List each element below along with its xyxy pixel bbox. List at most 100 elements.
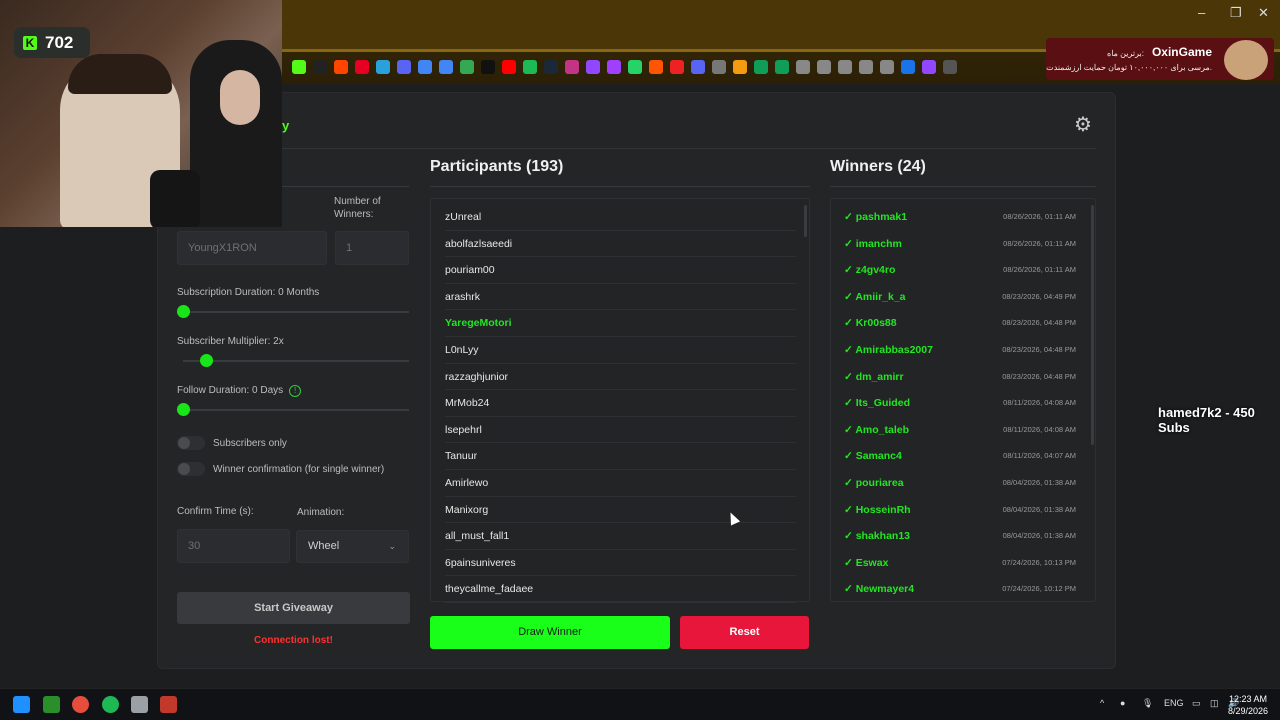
link-icon[interactable] bbox=[817, 60, 831, 74]
number-of-winners-label: Number of Winners: bbox=[334, 196, 381, 220]
music-icon[interactable] bbox=[649, 60, 663, 74]
winner-row[interactable]: ✓ shakhan13 08/04/2026, 01:38 AM bbox=[844, 523, 1076, 550]
check-icon: ✓ bbox=[844, 450, 856, 463]
subscriber-multiplier-slider[interactable] bbox=[183, 354, 409, 367]
check-icon: ✓ bbox=[844, 556, 856, 569]
reddit-icon[interactable] bbox=[334, 60, 348, 74]
sheet-icon[interactable] bbox=[775, 60, 789, 74]
red-icon[interactable] bbox=[670, 60, 684, 74]
winner-row[interactable]: ✓ Samanc4 08/11/2026, 04:07 AM bbox=[844, 443, 1076, 470]
participant-row[interactable]: abolfazlsaeedi bbox=[445, 231, 796, 258]
draw-winner-button[interactable]: Draw Winner bbox=[430, 616, 670, 649]
youtube-icon[interactable] bbox=[502, 60, 516, 74]
gear-icon[interactable]: ⚙ bbox=[1071, 113, 1095, 137]
winner-row[interactable]: ✓ Amiir_k_a 08/23/2026, 04:49 PM bbox=[844, 284, 1076, 311]
keyword-input[interactable]: YoungX1RON bbox=[177, 231, 327, 265]
docs-icon[interactable] bbox=[439, 60, 453, 74]
flask-icon[interactable] bbox=[838, 60, 852, 74]
winner-row[interactable]: ✓ dm_amirr 08/23/2026, 04:48 PM bbox=[844, 364, 1076, 391]
winner-row[interactable]: ✓ Eswax 07/24/2026, 10:13 PM bbox=[844, 550, 1076, 577]
image-icon[interactable] bbox=[460, 60, 474, 74]
winner-date: 07/24/2026, 10:13 PM bbox=[1002, 557, 1076, 567]
winner-row[interactable]: ✓ Amirabbas2007 08/23/2026, 04:48 PM bbox=[844, 337, 1076, 364]
participant-row[interactable]: arashrk bbox=[445, 284, 796, 311]
participant-row[interactable]: all_must_fall1 bbox=[445, 523, 796, 550]
steam-tray-icon[interactable]: ● bbox=[1120, 698, 1125, 708]
slider-knob[interactable] bbox=[177, 403, 190, 416]
participant-row[interactable]: YaregeMotori bbox=[445, 310, 796, 337]
purple-icon[interactable] bbox=[922, 60, 936, 74]
winner-row[interactable]: ✓ Newmayer4 07/24/2026, 10:12 PM bbox=[844, 576, 1076, 603]
participant-row[interactable]: pouriam00 bbox=[445, 257, 796, 284]
subscription-duration-slider[interactable] bbox=[177, 305, 409, 318]
winner-row[interactable]: ✓ pashmak1 08/26/2026, 01:11 AM bbox=[844, 204, 1076, 231]
info-icon[interactable]: ! bbox=[289, 385, 302, 397]
participant-row[interactable]: L0nLyy bbox=[445, 337, 796, 364]
lock-icon[interactable] bbox=[859, 60, 873, 74]
minimize-icon[interactable]: – bbox=[1198, 5, 1205, 20]
winner-row[interactable]: ✓ pouriarea 08/04/2026, 01:38 AM bbox=[844, 470, 1076, 497]
monitor-icon[interactable]: ▭ bbox=[1192, 698, 1201, 709]
mic-tray-icon[interactable]: 🎙 bbox=[1142, 698, 1153, 709]
whatsapp-icon[interactable] bbox=[628, 60, 642, 74]
orange-icon[interactable] bbox=[733, 60, 747, 74]
clock[interactable]: 12:23 AM 8/29/2026 bbox=[1228, 693, 1268, 717]
x-icon[interactable] bbox=[313, 60, 327, 74]
participant-row[interactable]: zUnreal bbox=[445, 204, 796, 231]
follow-duration-slider[interactable] bbox=[177, 403, 409, 416]
film-icon[interactable] bbox=[481, 60, 495, 74]
spotify-icon[interactable] bbox=[102, 696, 119, 713]
winner-row[interactable]: ✓ Amo_taleb 08/11/2026, 04:08 AM bbox=[844, 417, 1076, 444]
participant-row[interactable]: Manixorg bbox=[445, 497, 796, 524]
close-icon[interactable]: ✕ bbox=[1258, 5, 1269, 21]
download-icon[interactable] bbox=[397, 60, 411, 74]
participant-row[interactable]: Amirlewo bbox=[445, 470, 796, 497]
plus-icon[interactable] bbox=[754, 60, 768, 74]
pinterest-icon[interactable] bbox=[355, 60, 369, 74]
steam-icon[interactable] bbox=[544, 60, 558, 74]
stats-app-icon[interactable] bbox=[43, 696, 60, 713]
r-icon[interactable] bbox=[607, 60, 621, 74]
confirm-time-input[interactable]: 30 bbox=[177, 529, 290, 563]
participant-row[interactable]: razzaghjunior bbox=[445, 364, 796, 391]
globe-icon[interactable] bbox=[796, 60, 810, 74]
participants-scrollbar[interactable] bbox=[804, 205, 807, 237]
shield-app-icon[interactable] bbox=[160, 696, 177, 713]
winner-row[interactable]: ✓ HosseinRh 08/04/2026, 01:38 AM bbox=[844, 497, 1076, 524]
start-giveaway-button[interactable]: Start Giveaway bbox=[177, 592, 410, 624]
participant-row[interactable]: theycallme_fadaee bbox=[445, 576, 796, 603]
slider-knob[interactable] bbox=[177, 305, 190, 318]
participant-row[interactable]: MrMob24 bbox=[445, 390, 796, 417]
controller-icon[interactable] bbox=[712, 60, 726, 74]
winner-row[interactable]: ✓ Its_Guided 08/11/2026, 04:08 AM bbox=[844, 390, 1076, 417]
spotify-icon[interactable] bbox=[523, 60, 537, 74]
winner-row[interactable]: ✓ z4gv4ro 08/26/2026, 01:11 AM bbox=[844, 257, 1076, 284]
app-icon[interactable] bbox=[131, 696, 148, 713]
reset-button[interactable]: Reset bbox=[680, 616, 809, 649]
kick-icon[interactable] bbox=[292, 60, 306, 74]
participant-row[interactable]: lsepehrl bbox=[445, 417, 796, 444]
network-icon[interactable]: ◫ bbox=[1210, 698, 1219, 709]
participant-row[interactable]: 6painsuniveres bbox=[445, 550, 796, 577]
moon-icon[interactable] bbox=[880, 60, 894, 74]
winners-count-input[interactable]: 1 bbox=[335, 231, 409, 265]
winner-confirmation-toggle[interactable] bbox=[177, 462, 205, 476]
winner-row[interactable]: ✓ imanchm 08/26/2026, 01:11 AM bbox=[844, 231, 1076, 258]
telegram-icon[interactable] bbox=[376, 60, 390, 74]
windows-start-icon[interactable] bbox=[13, 696, 30, 713]
winners-scrollbar[interactable] bbox=[1091, 205, 1094, 445]
subscribers-only-toggle[interactable] bbox=[177, 436, 205, 450]
mail-icon[interactable] bbox=[901, 60, 915, 74]
instagram-icon[interactable] bbox=[565, 60, 579, 74]
language-indicator[interactable]: ENG bbox=[1164, 698, 1184, 708]
restore-icon[interactable]: ❐ bbox=[1230, 5, 1242, 21]
translate-icon[interactable] bbox=[418, 60, 432, 74]
participant-row[interactable]: Tanuur bbox=[445, 443, 796, 470]
twitch-icon[interactable] bbox=[586, 60, 600, 74]
discord-icon[interactable] bbox=[691, 60, 705, 74]
play-icon[interactable] bbox=[943, 60, 957, 74]
winner-row[interactable]: ✓ Kr00s88 08/23/2026, 04:48 PM bbox=[844, 310, 1076, 337]
animation-select[interactable]: Wheel ⌄ bbox=[296, 530, 409, 563]
chrome-icon[interactable] bbox=[72, 696, 89, 713]
chevron-up-icon[interactable]: ^ bbox=[1100, 698, 1104, 708]
